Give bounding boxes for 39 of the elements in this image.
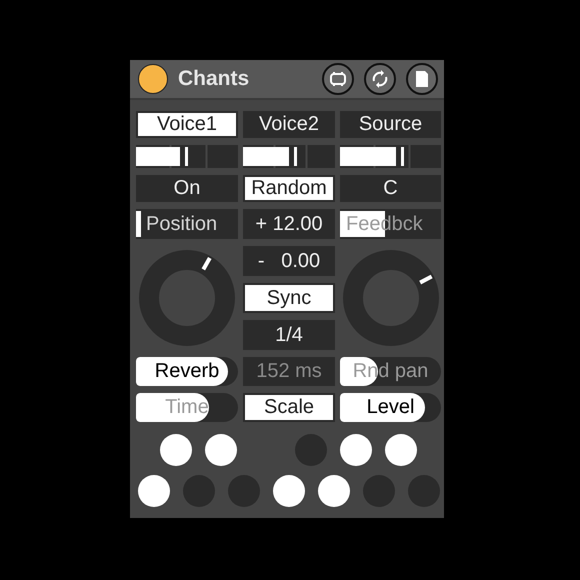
slider-thumb[interactable] xyxy=(184,147,188,166)
step-button[interactable] xyxy=(205,434,237,466)
transpose-value[interactable]: + 12.00 xyxy=(243,209,335,239)
step-button[interactable] xyxy=(160,434,192,466)
voice-tab[interactable]: Voice2 xyxy=(243,111,335,138)
step-button[interactable] xyxy=(273,475,305,507)
slider-label: Time xyxy=(165,396,209,419)
power-button[interactable] xyxy=(138,64,168,94)
save-button[interactable] xyxy=(406,63,438,95)
division-value[interactable]: 1/4 xyxy=(243,320,335,350)
floppy-icon xyxy=(414,70,430,88)
screen-icon xyxy=(328,71,348,87)
refresh-icon xyxy=(370,69,390,89)
scale-button[interactable]: Scale xyxy=(243,393,335,422)
slider-thumb[interactable] xyxy=(294,147,297,166)
slider-thumb[interactable] xyxy=(400,147,404,166)
sync-button[interactable]: Sync xyxy=(243,283,335,313)
step-button[interactable] xyxy=(318,475,350,507)
pill-slider[interactable]: Reverb xyxy=(136,357,238,386)
display-button[interactable] xyxy=(322,63,354,95)
mode-button[interactable]: C xyxy=(340,175,441,202)
slider-fill[interactable] xyxy=(136,147,180,166)
voice-tab[interactable]: Voice1 xyxy=(136,111,238,138)
slider-label: Reverb xyxy=(154,360,220,383)
position-slider[interactable]: Position xyxy=(136,209,238,239)
step-button[interactable] xyxy=(340,434,372,466)
slider-fill[interactable] xyxy=(243,147,289,166)
mode-button[interactable]: On xyxy=(136,175,238,202)
pill-slider[interactable]: Level xyxy=(340,393,441,422)
device-title: Chants xyxy=(178,67,250,91)
slider-label: Position xyxy=(146,212,218,236)
slider-label: Level xyxy=(366,396,414,419)
step-button[interactable] xyxy=(138,475,170,507)
step-button[interactable] xyxy=(385,434,417,466)
voice-tab[interactable]: Source xyxy=(340,111,441,138)
refresh-button[interactable] xyxy=(364,63,396,95)
slider-fill[interactable] xyxy=(340,147,396,166)
offset-value[interactable]: - 0.00 xyxy=(243,246,335,276)
mode-button[interactable]: Random xyxy=(243,175,335,202)
